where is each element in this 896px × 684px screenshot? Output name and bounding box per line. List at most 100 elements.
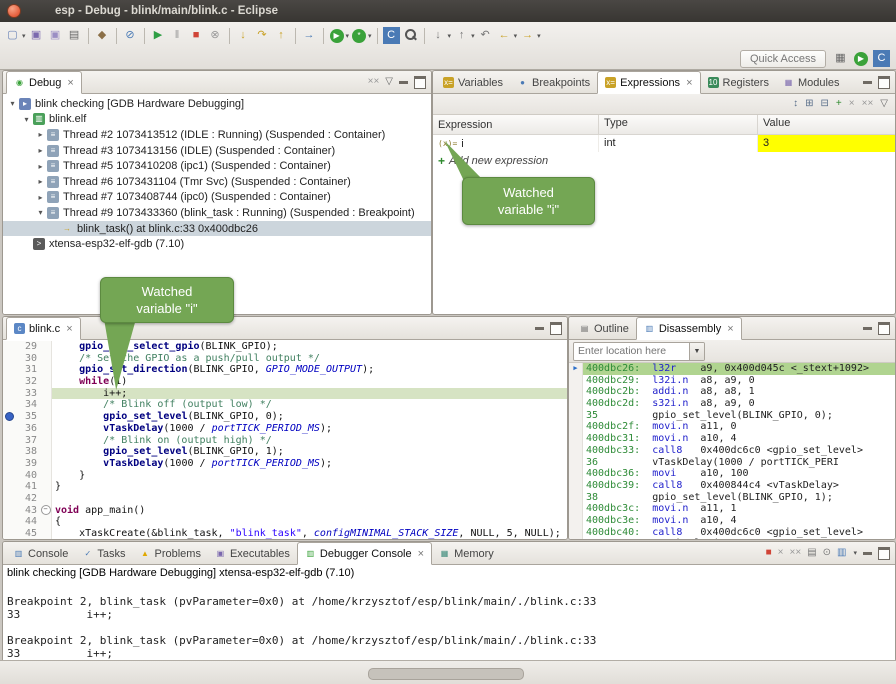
column-expression[interactable]: Expression [433,115,599,134]
fold-collapse-icon[interactable]: − [41,505,51,515]
editor-annotation-ruler[interactable] [3,411,16,423]
editor-annotation-ruler[interactable] [3,376,16,388]
remove-launch-icon[interactable]: × [778,548,784,558]
disassembly-row[interactable]: 400dbc3e: movi.n a10, 4 [569,515,895,527]
fold-column[interactable] [40,446,52,458]
open-console-icon[interactable]: ▥ [837,548,846,558]
window-close-button[interactable] [7,4,21,18]
tab-tasks[interactable]: ✓Tasks [75,543,132,564]
tree-expand-icon[interactable]: ▸ [35,177,46,186]
tree-expand-icon[interactable]: ▾ [7,99,18,108]
debug-tree-item[interactable]: ▸≡Thread #6 1073431104 (Tmr Svc) (Suspen… [3,174,431,190]
tab-outline[interactable]: ▤Outline [572,318,636,339]
tree-expand-icon[interactable]: ▸ [35,193,46,202]
debug-tree-item[interactable]: ▸≡Thread #5 1073410208 (ipc1) (Suspended… [3,158,431,174]
editor-annotation-ruler[interactable] [3,458,16,470]
remove-all-expressions-icon[interactable]: ×× [862,99,874,109]
minimize-icon[interactable] [863,552,872,555]
editor-annotation-ruler[interactable] [3,493,16,505]
minimize-icon[interactable] [863,81,872,84]
last-edit-location-icon[interactable]: ↶ [476,27,495,44]
fold-column[interactable] [40,435,52,447]
cpp-perspective-icon[interactable]: C [873,50,890,67]
column-type[interactable]: Type [599,115,758,134]
fold-column[interactable] [40,388,52,400]
editor-annotation-ruler[interactable] [3,505,16,517]
search-icon[interactable] [401,27,420,44]
forward-icon-dropdown[interactable]: ▾ [537,32,541,40]
minimize-icon[interactable] [863,327,872,330]
tree-expand-icon[interactable]: ▸ [35,130,46,139]
maximize-icon[interactable] [878,547,890,560]
debug-view-menu-icon[interactable]: ▽ [385,77,393,87]
tree-expand-icon[interactable]: ▸ [35,162,46,171]
disassembly-row[interactable]: 400dbc2d: s32i.n a8, a9, 0 [569,398,895,410]
tab-modules[interactable]: ▦Modules [776,72,847,93]
fold-column[interactable] [40,516,52,528]
fold-column[interactable] [40,458,52,470]
disassembly-row[interactable]: 400dbc31: movi.n a10, 4 [569,433,895,445]
step-return-icon[interactable]: ↑ [272,27,291,44]
fold-column[interactable] [40,481,52,493]
code-editor[interactable]: 29 gpio_pad_select_gpio(BLINK_GPIO);30 /… [3,340,567,539]
horizontal-scrollbar-thumb[interactable] [368,668,524,680]
terminate-icon[interactable]: ■ [187,27,206,44]
disassembly-row[interactable]: 38 gpio_set_level(BLINK_GPIO, 1); [569,492,895,504]
console-body[interactable]: blink checking [GDB Hardware Debugging] … [3,565,895,661]
editor-annotation-ruler[interactable] [3,388,16,400]
terminate-console-icon[interactable]: ■ [766,548,772,558]
editor-annotation-ruler[interactable] [3,470,16,482]
next-annotation-icon[interactable]: ↓▾ [429,27,453,44]
tab-registers[interactable]: 10Registers [701,72,776,93]
tab-blink-c[interactable]: cblink.c× [6,317,81,340]
close-tab-icon[interactable]: × [418,548,424,560]
code-text[interactable]: void app_main() [52,505,567,517]
tab-executables[interactable]: ▣Executables [208,543,297,564]
fold-column[interactable] [40,399,52,411]
disassembly-row[interactable]: 35 gpio_set_level(BLINK_GPIO, 0); [569,410,895,422]
disassembly-row[interactable]: 400dbc3c: movi.n a11, 1 [569,503,895,515]
minimize-icon[interactable] [535,327,544,330]
disassembly-row[interactable]: 400dbc29: l32i.n a8, a9, 0 [569,375,895,387]
code-text[interactable]: gpio_set_direction(BLINK_GPIO, GPIO_MODE… [52,364,567,376]
step-over-icon[interactable]: ↷ [253,27,272,44]
resume-icon[interactable]: ▶ [149,27,168,44]
tab-debugger-console[interactable]: ▥Debugger Console× [297,542,432,565]
clear-console-icon[interactable]: ▤ [807,548,816,558]
code-text[interactable]: /* Blink off (output low) */ [52,399,567,411]
collapse-all-icon[interactable]: ⊟ [821,99,829,109]
fold-column[interactable]: − [40,505,52,517]
next-annotation-icon-dropdown[interactable]: ▾ [448,32,452,40]
editor-annotation-ruler[interactable] [3,481,16,493]
disassembly-row[interactable]: 400dbc39: call8 0x400844c4 <vTaskDelay> [569,480,895,492]
new-wizard-icon[interactable]: ▢▾ [3,27,27,44]
editor-annotation-ruler[interactable] [3,364,16,376]
close-tab-icon[interactable]: × [686,77,692,89]
column-value[interactable]: Value [758,115,895,134]
code-text[interactable]: while(1) [52,376,567,388]
debug-tree-item[interactable]: ▸≡Thread #3 1073413156 (IDLE) (Suspended… [3,143,431,159]
debug-tree-item[interactable]: >xtensa-esp32-elf-gdb (7.10) [3,236,431,252]
close-tab-icon[interactable]: × [727,323,733,335]
save-icon[interactable]: ▣ [27,27,46,44]
fold-column[interactable] [40,353,52,365]
instruction-stepping-icon[interactable]: → [300,27,319,44]
editor-annotation-ruler[interactable] [3,399,16,411]
code-text[interactable]: vTaskDelay(1000 / portTICK_PERIOD_MS); [52,423,567,435]
debug-perspective-icon[interactable]: ▶ [854,52,868,66]
location-input[interactable] [574,343,689,360]
quick-access-button[interactable]: Quick Access [740,50,826,68]
debug-tree-item[interactable]: ▾≡Thread #9 1073433360 (blink_task : Run… [3,205,431,221]
remove-all-terminated-icon[interactable]: ×× [368,77,380,87]
forward-icon[interactable]: →▾ [518,27,542,44]
debug-tree-item[interactable]: →blink_task() at blink.c:33 0x400dbc26 [3,221,431,237]
suspend-icon[interactable]: ‖ [168,27,187,44]
back-icon-dropdown[interactable]: ▾ [514,32,518,40]
tab-console[interactable]: ▥Console [6,543,75,564]
show-type-names-icon[interactable]: ↕ [793,99,798,109]
fold-column[interactable] [40,470,52,482]
close-tab-icon[interactable]: × [66,323,72,335]
save-all-icon[interactable]: ▣ [46,27,65,44]
code-text[interactable]: { [52,516,567,528]
editor-annotation-ruler[interactable] [3,446,16,458]
